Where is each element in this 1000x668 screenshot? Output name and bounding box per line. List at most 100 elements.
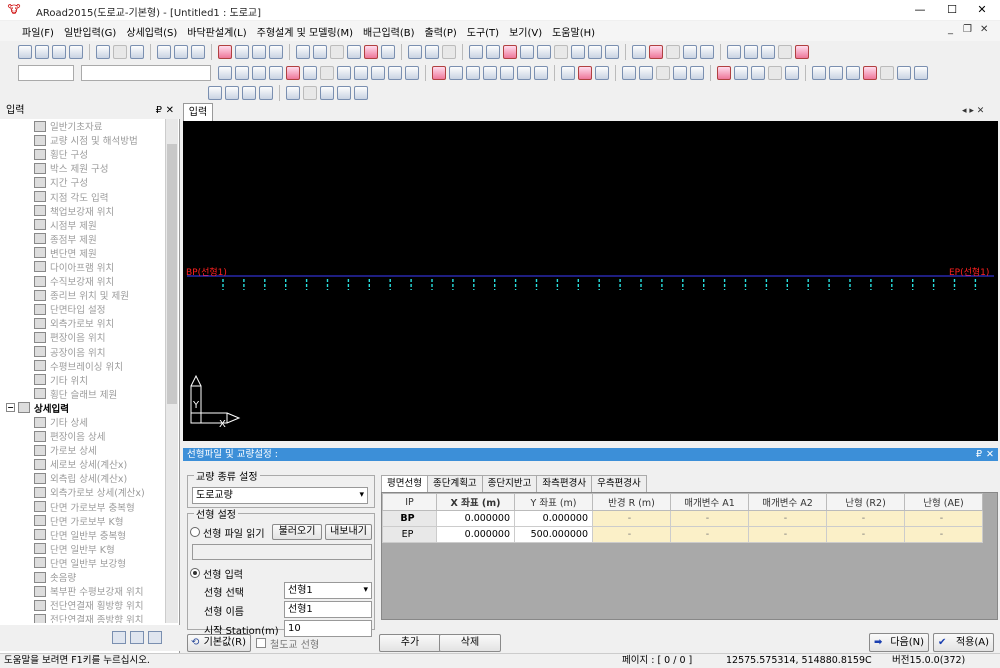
toolbar-button-icon[interactable] [554,45,568,59]
toolbar-button-icon[interactable] [469,45,483,59]
toolbar-button-icon[interactable] [96,45,110,59]
canvas-tab-nav[interactable]: ◂ ▸ ✕ [962,106,984,116]
toolbar-button-icon[interactable] [269,66,283,80]
toolbar-button-icon[interactable] [588,45,602,59]
tree-item[interactable]: 박스 제원 구성 [0,161,165,175]
toolbar-button-icon[interactable] [639,66,653,80]
scroll-thumb[interactable] [167,144,177,404]
toolbar-button-icon[interactable] [863,66,877,80]
column-header[interactable]: 매개변수 A2 [748,493,827,511]
toolbar-button-icon[interactable] [286,66,300,80]
toolbar-button-icon[interactable] [534,66,548,80]
table-cell[interactable]: BP [382,510,437,527]
toolbar-button-icon[interactable] [785,66,799,80]
column-header[interactable]: 반경 R (m) [592,493,671,511]
toolbar-button-icon[interactable] [174,45,188,59]
toolbar-button-icon[interactable] [218,45,232,59]
toolbar-button-icon[interactable] [483,66,497,80]
maximize-button[interactable]: ☐ [938,2,966,18]
tree-item[interactable]: 시점부 제원 [0,218,165,232]
toolbar-button-icon[interactable] [364,45,378,59]
toolbar-button-icon[interactable] [354,66,368,80]
toolbar-button-icon[interactable] [683,45,697,59]
alignment-name-field[interactable]: 선형1 [284,601,372,618]
table-row[interactable]: BP 0.000000 0.000000- - - - - [382,510,983,527]
alignment-input-radio[interactable] [190,568,200,578]
toolbar-button-icon[interactable] [649,45,663,59]
tree-item[interactable]: 수평브레이싱 위치 [0,359,165,373]
toolbar-button-icon[interactable] [242,86,256,100]
toolbar-button-icon[interactable] [381,45,395,59]
tree-item[interactable]: 외측가로보 상세(계산x) [0,485,165,499]
toolbar-button-icon[interactable] [296,45,310,59]
toolbar-button-icon[interactable] [347,45,361,59]
layer-combo[interactable] [18,65,74,81]
toolbar-button-icon[interactable] [690,66,704,80]
toolbar-button-icon[interactable] [768,66,782,80]
railway-checkbox[interactable] [256,638,266,648]
toolbar-button-icon[interactable] [303,66,317,80]
toolbar-button-icon[interactable] [252,66,266,80]
menu-item-9[interactable]: 도움말(H) [552,24,595,39]
toolbar-button-icon[interactable] [517,66,531,80]
toolbar-button-icon[interactable] [673,66,687,80]
toolbar-button-icon[interactable] [605,45,619,59]
toolbar-button-icon[interactable] [846,66,860,80]
next-button[interactable]: ➡ 다음(N) [869,633,929,652]
toolbar-button-icon[interactable] [778,45,792,59]
table-cell[interactable]: - [748,510,827,527]
print-icon[interactable] [112,631,126,644]
table-cell[interactable]: 500.000000 [514,526,593,543]
toolbar-button-icon[interactable] [320,86,334,100]
tree-item[interactable]: 기타 상세 [0,415,165,429]
file-read-radio[interactable] [190,527,200,537]
toolbar-button-icon[interactable] [425,45,439,59]
tree-item[interactable]: 수직보강재 위치 [0,274,165,288]
monitor-icon[interactable] [148,631,162,644]
toolbar-button-icon[interactable] [622,66,636,80]
toolbar-button-icon[interactable] [486,45,500,59]
collapse-icon[interactable]: − [6,403,15,413]
menu-item-4[interactable]: 주형설계 및 모델링(M) [257,24,353,39]
mdi-minimize-button[interactable]: _ [948,24,953,35]
toolbar-button-icon[interactable] [388,66,402,80]
tab-2[interactable]: 종단지반고 [481,475,538,492]
toolbar-button-icon[interactable] [880,66,894,80]
tree-item[interactable]: 종리브 위치 및 제원 [0,288,165,302]
export-button[interactable]: 내보내기 [325,524,372,540]
close-icon[interactable]: ✕ [166,103,174,119]
toolbar-button-icon[interactable] [313,45,327,59]
tree-item[interactable]: 복부판 수평보강재 위치 [0,584,165,598]
tree-item[interactable]: 전단연결재 종방향 위치 [0,612,165,623]
toolbar-button-icon[interactable] [354,86,368,100]
toolbar-button-icon[interactable] [537,45,551,59]
menu-item-1[interactable]: 일반입력(G) [64,24,116,39]
toolbar-button-icon[interactable] [408,45,422,59]
table-cell[interactable]: 0.000000 [514,510,593,527]
toolbar-button-icon[interactable] [432,66,446,80]
tree-item[interactable]: 단면 일반부 충복형 [0,528,165,542]
tree-item[interactable]: 솟음량 [0,570,165,584]
table-cell[interactable]: 0.000000 [436,510,515,527]
toolbar-button-icon[interactable] [829,66,843,80]
menu-item-7[interactable]: 도구(T) [467,24,499,39]
tree-item[interactable]: 편장이음 위치 [0,330,165,344]
tree-item[interactable]: 기타 위치 [0,373,165,387]
column-header[interactable]: 매개변수 A1 [670,493,749,511]
tree-item[interactable]: 일반기초자료 [0,119,165,133]
menu-item-8[interactable]: 보기(V) [509,24,542,39]
tree-item[interactable]: 세로보 상세(계산x) [0,457,165,471]
tree-item[interactable]: 종점부 제원 [0,232,165,246]
toolbar-button-icon[interactable] [700,45,714,59]
tree-item[interactable]: 공장이음 위치 [0,345,165,359]
toolbar-button-icon[interactable] [320,66,334,80]
toolbar-button-icon[interactable] [897,66,911,80]
close-button[interactable]: ✕ [968,2,996,18]
tree-item[interactable]: 횡단 구성 [0,147,165,161]
toolbar-button-icon[interactable] [761,45,775,59]
toolbar-button-icon[interactable] [130,45,144,59]
list-icon[interactable] [130,631,144,644]
toolbar-button-icon[interactable] [466,66,480,80]
toolbar-button-icon[interactable] [717,66,731,80]
column-header[interactable]: X 좌표 (m) [436,493,515,511]
